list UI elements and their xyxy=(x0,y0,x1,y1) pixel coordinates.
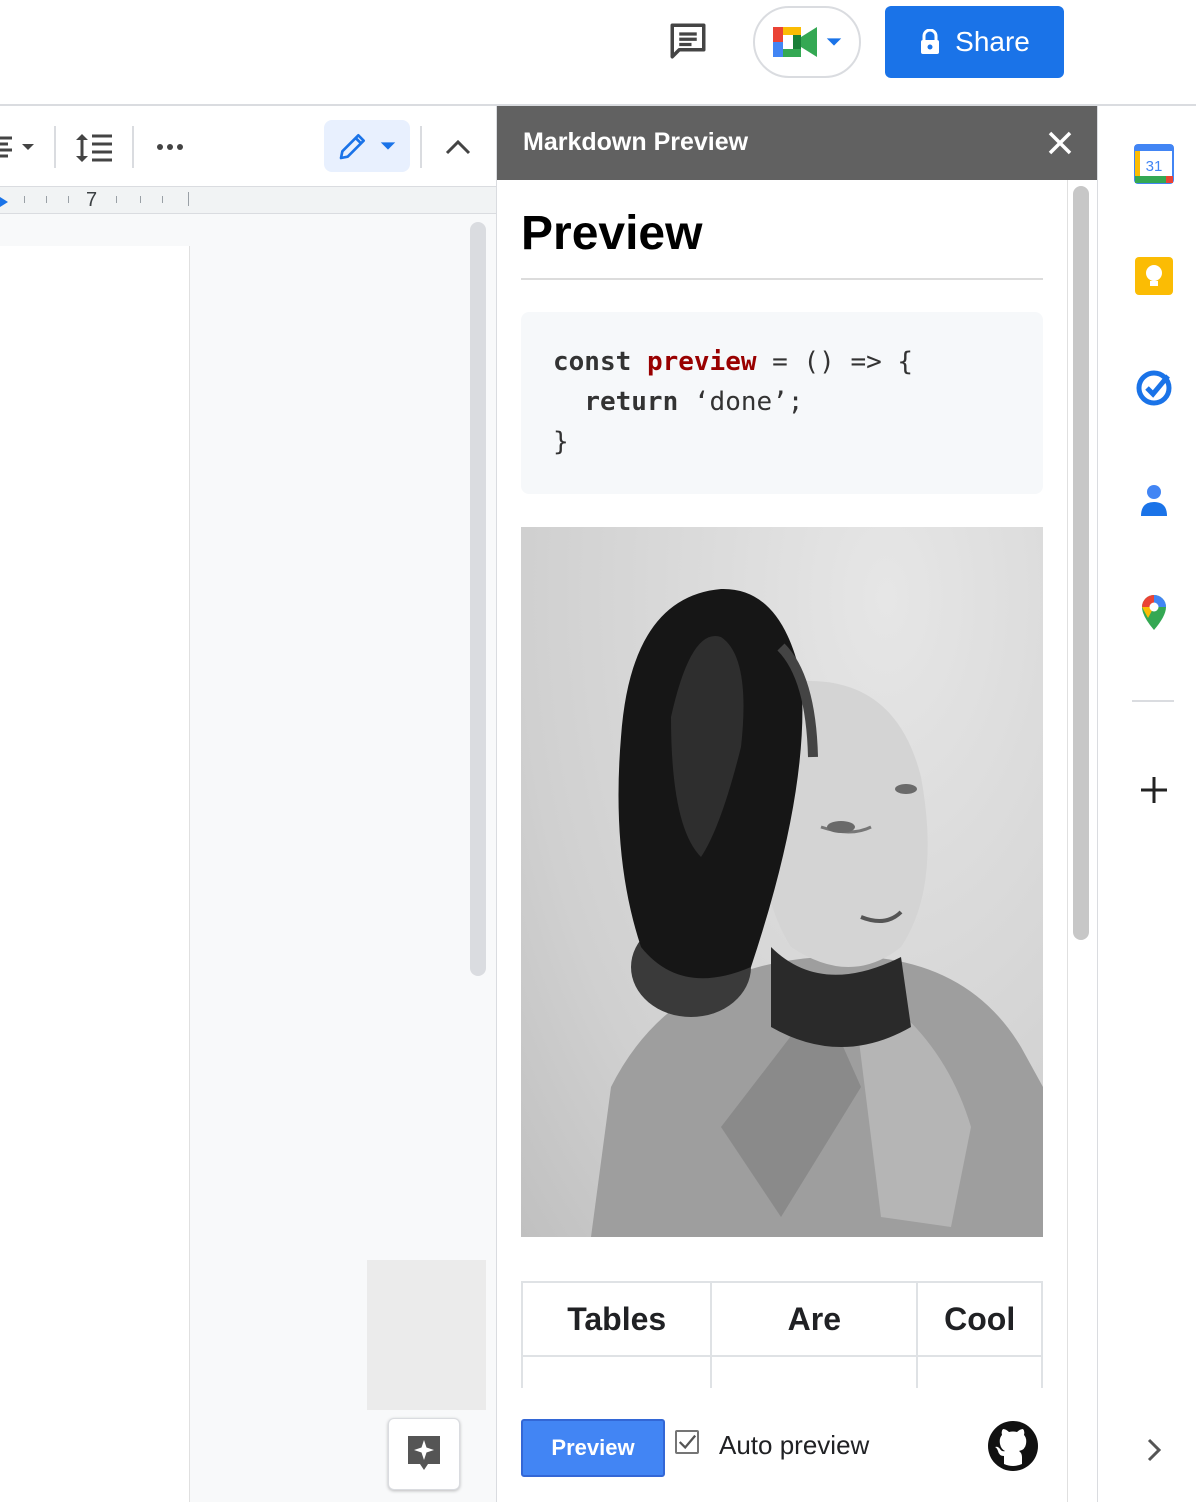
code-function-name: preview xyxy=(646,347,757,377)
table-header-cell: Cool xyxy=(916,1281,1043,1357)
ruler-tick xyxy=(68,196,69,203)
line-spacing-icon xyxy=(76,134,112,162)
table-header-cell: Are xyxy=(710,1281,919,1357)
keep-icon xyxy=(1135,257,1173,295)
more-icon xyxy=(157,144,183,150)
indent-marker-icon xyxy=(0,197,8,207)
github-icon[interactable] xyxy=(987,1420,1039,1472)
meet-button[interactable] xyxy=(753,6,861,78)
add-icon xyxy=(1141,777,1167,803)
portrait-illustration xyxy=(591,588,1043,1237)
ruler-number: 7 xyxy=(86,189,98,211)
ruler-tick xyxy=(46,196,47,203)
close-panel-button[interactable] xyxy=(1041,124,1079,162)
collapse-icon xyxy=(445,139,471,155)
table-cell xyxy=(916,1355,1043,1388)
show-side-panel-button[interactable] xyxy=(1132,1428,1176,1472)
checkmark-icon xyxy=(678,1434,697,1450)
table-header-row: Tables Are Cool xyxy=(521,1281,1043,1357)
comment-history-icon xyxy=(670,23,706,59)
ruler-tick xyxy=(116,196,117,203)
contacts-button[interactable] xyxy=(1132,478,1176,522)
lock-icon xyxy=(921,29,940,54)
meet-icon xyxy=(773,27,817,57)
table-header-cell: Tables xyxy=(521,1281,713,1357)
get-addons-button[interactable] xyxy=(1132,768,1176,812)
table-row: right xyxy=(521,1355,1043,1388)
table-cell xyxy=(521,1355,713,1388)
code-text: } xyxy=(553,427,569,457)
maps-icon xyxy=(1142,595,1166,630)
calendar-day: 31 xyxy=(1146,158,1163,175)
contacts-icon xyxy=(1141,485,1167,516)
document-page[interactable] xyxy=(0,246,190,1502)
portrait-image xyxy=(521,527,1043,1237)
comment-history-button[interactable] xyxy=(662,18,714,64)
heading-rule xyxy=(521,278,1043,280)
panel-divider xyxy=(1067,180,1068,1502)
share-label: Share xyxy=(955,26,1030,57)
ruler[interactable]: 7 xyxy=(0,186,496,214)
ruler-tick xyxy=(162,196,163,203)
ruler-tick xyxy=(24,196,25,203)
more-options-button[interactable] xyxy=(150,130,190,164)
top-bar: Share xyxy=(0,0,1196,106)
line-spacing-button[interactable] xyxy=(72,128,116,168)
calendar-button[interactable]: 31 xyxy=(1132,142,1176,186)
calendar-icon: 31 xyxy=(1134,144,1174,184)
markdown-table: Tables Are Cool right xyxy=(521,1281,1043,1388)
ruler-tick xyxy=(188,192,189,206)
panel-footer: Preview Auto preview xyxy=(497,1388,1067,1502)
toolbar-divider xyxy=(420,126,422,168)
code-keyword: return xyxy=(584,387,679,417)
toolbar-divider xyxy=(54,126,56,168)
code-keyword: const xyxy=(553,347,632,377)
editor-toolbar xyxy=(0,108,496,186)
chevron-down-icon xyxy=(826,38,842,46)
explore-button[interactable] xyxy=(388,1418,460,1490)
keep-button[interactable] xyxy=(1132,254,1176,298)
maps-button[interactable] xyxy=(1132,590,1176,634)
chevron-right-icon xyxy=(1147,1438,1162,1462)
side-panel: 31 xyxy=(1098,106,1196,1502)
table-cell: right xyxy=(710,1355,919,1388)
placeholder-block xyxy=(367,1260,486,1410)
code-text: = () => { xyxy=(772,347,914,377)
editing-mode-button[interactable] xyxy=(324,120,410,172)
preview-heading: Preview xyxy=(521,207,703,260)
toolbar-divider xyxy=(132,126,134,168)
chevron-down-icon xyxy=(380,142,396,150)
close-icon xyxy=(1048,131,1072,155)
pencil-icon xyxy=(339,134,365,160)
auto-preview-checkbox[interactable] xyxy=(675,1430,699,1454)
share-button[interactable]: Share xyxy=(885,6,1064,78)
panel-header: Markdown Preview xyxy=(497,106,1097,180)
code-string: ‘done’; xyxy=(693,387,804,417)
code-block: const preview = () => { return ‘done’; } xyxy=(521,312,1043,494)
align-icon xyxy=(0,136,34,158)
side-panel-divider xyxy=(1132,700,1174,702)
tasks-button[interactable] xyxy=(1132,366,1176,410)
panel-title: Markdown Preview xyxy=(523,128,749,156)
preview-button[interactable]: Preview xyxy=(521,1419,665,1477)
collapse-menus-button[interactable] xyxy=(440,130,476,164)
document-scrollbar[interactable] xyxy=(470,222,486,976)
ruler-tick xyxy=(140,196,141,203)
preview-content[interactable]: Preview const preview = () => { return ‘… xyxy=(521,180,1043,1388)
auto-preview-label: Auto preview xyxy=(719,1430,870,1460)
tasks-icon xyxy=(1136,370,1172,406)
align-button[interactable] xyxy=(0,130,40,164)
markdown-preview-panel: Markdown Preview Preview const preview =… xyxy=(496,106,1098,1502)
panel-scrollbar[interactable] xyxy=(1073,186,1089,940)
document-editor: 7 xyxy=(0,108,496,1502)
explore-icon xyxy=(408,1436,440,1470)
